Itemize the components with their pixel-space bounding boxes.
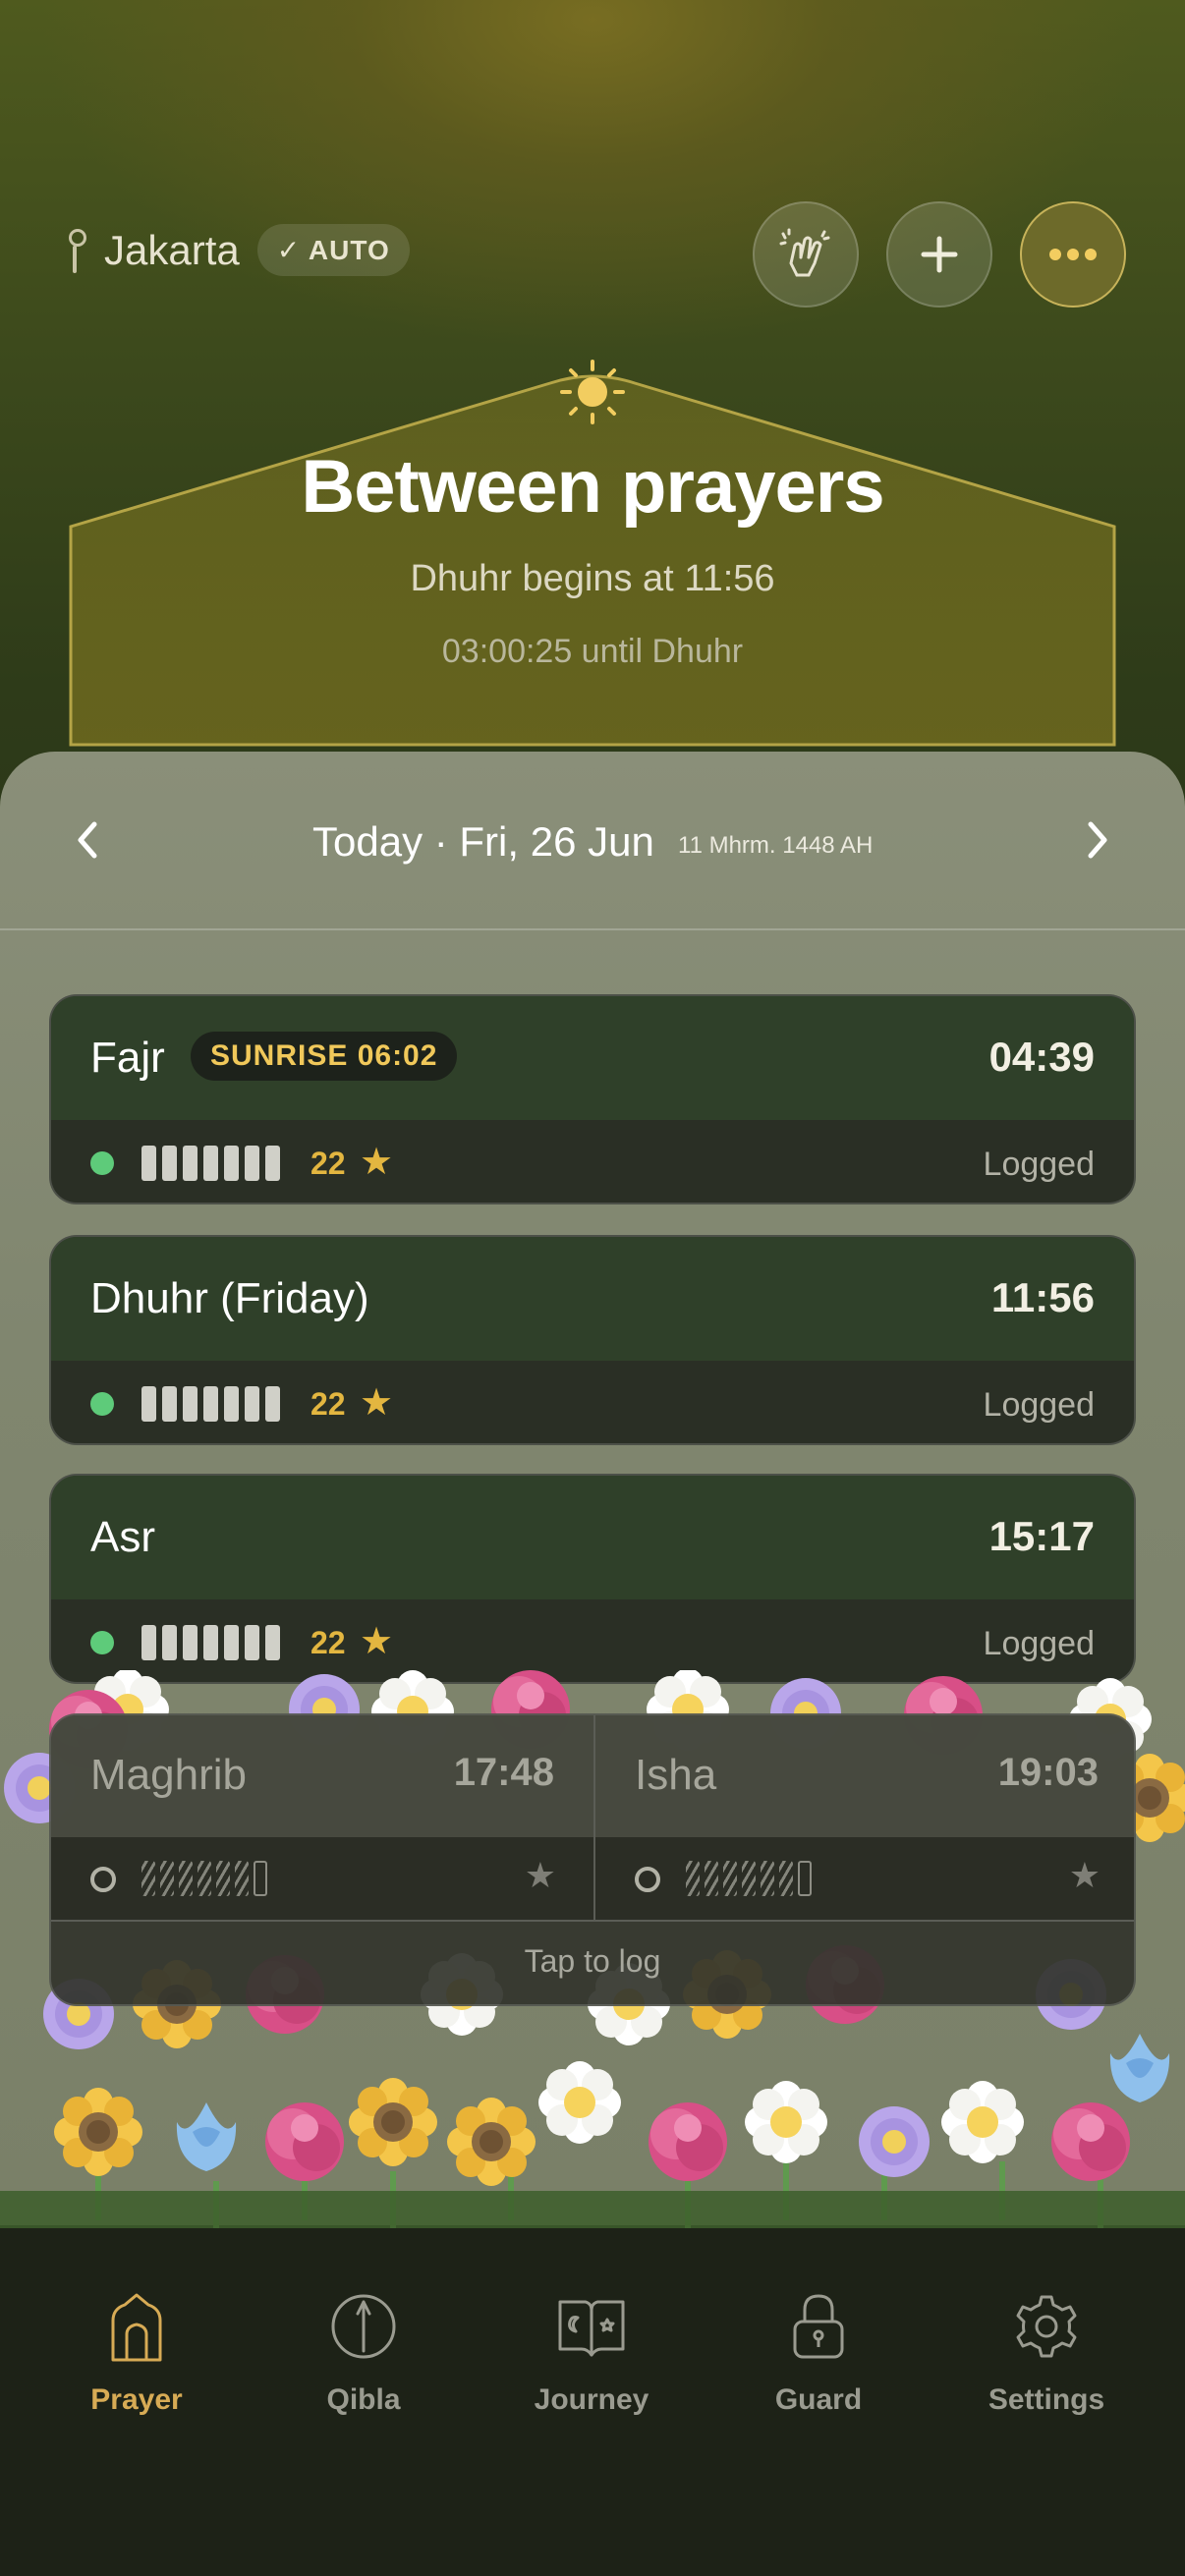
tab-qibla[interactable]: Qibla [265, 2287, 462, 2417]
tab-label: Qibla [326, 2383, 401, 2416]
logged-status-dot [90, 1392, 114, 1416]
prayer-time: 15:17 [988, 1513, 1095, 1559]
log-status: Logged [983, 1625, 1095, 1662]
gear-icon [1016, 2295, 1077, 2358]
tab-guard[interactable]: Guard [720, 2287, 917, 2417]
upcoming-prayers-card[interactable]: Maghrib 17:48 ★ Isha 19:03 ★ Tap to log [49, 1713, 1136, 2006]
upcoming-prayer-maghrib[interactable]: Maghrib 17:48 ★ [51, 1715, 593, 1920]
star-icon: ★ [360, 1142, 394, 1183]
countdown: 03:00:25 until Dhuhr [441, 633, 744, 670]
log-status: Logged [983, 1386, 1095, 1424]
next-prayer-time: Dhuhr begins at 11:56 [410, 558, 775, 599]
sunrise-badge: SUNRISE 06:02 [191, 1032, 458, 1081]
auto-location-badge[interactable]: ✓ AUTO [256, 224, 410, 276]
chevron-left-icon[interactable] [67, 818, 110, 862]
star-icon: ★ [360, 1382, 394, 1424]
praying-hands-button[interactable] [753, 201, 859, 308]
tap-to-log-button[interactable]: Tap to log [51, 1943, 1134, 1980]
logged-status-dot [90, 1631, 114, 1654]
prayer-card-fajr[interactable]: Fajr SUNRISE 06:02 04:39 22 ★ Logged [49, 994, 1136, 1204]
tab-journey[interactable]: Journey [493, 2287, 690, 2417]
prayer-time: 11:56 [990, 1274, 1095, 1320]
logged-status-dot [90, 1151, 114, 1175]
hero-title: Between prayers [301, 445, 884, 529]
upcoming-prayer-isha[interactable]: Isha 19:03 ★ [595, 1715, 1134, 1920]
prayer-time: 19:03 [997, 1751, 1099, 1794]
log-status: Logged [983, 1146, 1095, 1183]
mosque-icon [111, 2293, 162, 2362]
tab-settings[interactable]: Settings [948, 2287, 1145, 2417]
star-icon: ★ [524, 1855, 556, 1895]
book-icon [558, 2300, 625, 2357]
city-name: Jakarta [104, 226, 240, 273]
unlogged-status-icon [635, 1867, 660, 1892]
progress-bars [686, 1861, 812, 1896]
plus-icon [921, 236, 958, 273]
prayer-name: Asr [90, 1513, 155, 1561]
tab-bar: Prayer Qibla Journey Guard Settings [0, 2228, 1185, 2576]
prayer-time: 17:48 [453, 1751, 554, 1794]
points: 22 [310, 1386, 346, 1422]
tab-prayer[interactable]: Prayer [38, 2287, 235, 2417]
prayer-name: Isha [635, 1751, 717, 1799]
current-date[interactable]: Today · Fri, 26 Jun [312, 818, 654, 866]
progress-bars [141, 1386, 280, 1422]
tab-label: Journey [534, 2383, 649, 2416]
prayer-name: Dhuhr (Friday) [90, 1274, 369, 1322]
praying-hands-icon [779, 228, 830, 277]
tab-label: Guard [774, 2383, 863, 2416]
prayer-time: 04:39 [988, 1034, 1095, 1080]
tab-label: Prayer [90, 2383, 183, 2416]
prayer-card-dhuhr[interactable]: Dhuhr (Friday) 11:56 22 ★ Logged [49, 1235, 1136, 1445]
add-button[interactable] [886, 201, 992, 308]
hijri-date: 11 Mhrm. 1448 AH [678, 832, 874, 859]
more-icon [1049, 249, 1097, 260]
chevron-right-icon[interactable] [1075, 818, 1118, 862]
tab-label: Settings [988, 2383, 1105, 2416]
date-navigator: Today · Fri, 26 Jun 11 Mhrm. 1448 AH [0, 752, 1185, 930]
progress-bars [141, 1861, 267, 1896]
lock-icon [793, 2294, 844, 2359]
prayer-name: Fajr [90, 1034, 165, 1082]
location-selector[interactable]: Jakarta ✓ AUTO [63, 224, 410, 276]
compass-icon [331, 2294, 396, 2359]
points: 22 [310, 1625, 346, 1660]
star-icon: ★ [360, 1621, 394, 1662]
progress-bars [141, 1625, 280, 1660]
more-options-button[interactable] [1020, 201, 1126, 308]
sun-icon [560, 360, 625, 424]
points: 22 [310, 1146, 346, 1181]
location-pin-icon [63, 227, 86, 274]
prayer-name: Maghrib [90, 1751, 247, 1799]
progress-bars [141, 1146, 280, 1181]
prayer-card-asr[interactable]: Asr 15:17 22 ★ Logged [49, 1474, 1136, 1684]
star-icon: ★ [1068, 1855, 1100, 1895]
unlogged-status-icon [90, 1867, 116, 1892]
